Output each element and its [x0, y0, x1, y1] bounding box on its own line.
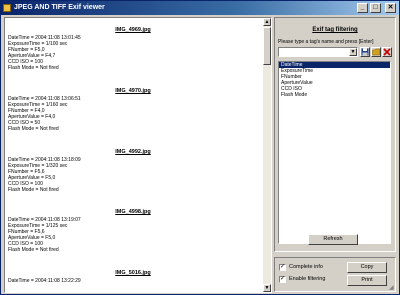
- app-icon: [3, 4, 11, 12]
- maximize-button[interactable]: □: [370, 3, 381, 13]
- refresh-button[interactable]: Refresh: [308, 234, 358, 245]
- image-block: IMG_4970.jpg DateTime = 2004:11:08 13:06…: [8, 87, 258, 132]
- filter-hint: Please type a tag's name and press [Ente…: [278, 39, 374, 45]
- scroll-thumb[interactable]: [263, 27, 271, 65]
- delete-button[interactable]: [382, 47, 392, 57]
- save-icon: [361, 48, 369, 56]
- enable-filtering-label: Enable filtering: [289, 276, 326, 282]
- open-button[interactable]: [371, 47, 381, 57]
- image-name: IMG_4969.jpg: [115, 27, 151, 33]
- title-bar[interactable]: JPEG AND TIFF Exif viewer _ □ ✕: [1, 1, 399, 15]
- output-scrollbar[interactable]: ▲ ▼: [263, 18, 271, 292]
- filter-panel: Exif tag filtering Please type a tag's n…: [273, 17, 397, 293]
- property-line: Flash Mode = Not fired: [8, 65, 59, 71]
- complete-info-checkbox[interactable]: ✓: [279, 264, 286, 271]
- chevron-down-icon[interactable]: ▼: [349, 48, 357, 56]
- image-name: IMG_4992.jpg: [115, 149, 151, 155]
- image-block: IMG_4969.jpg DateTime = 2004:11:08 13:01…: [8, 26, 258, 71]
- save-button[interactable]: [360, 47, 370, 57]
- property-line: Flash Mode = Not fired: [8, 247, 59, 253]
- image-block: IMG_4992.jpg DateTime = 2004:11:08 13:18…: [8, 148, 258, 193]
- folder-icon: [372, 48, 380, 56]
- tag-list-item[interactable]: Flash Mode: [279, 92, 390, 98]
- print-button[interactable]: Print: [347, 275, 387, 286]
- close-button[interactable]: ✕: [385, 3, 396, 13]
- property-line: DateTime = 2004:11:08 13:22:29: [8, 278, 81, 284]
- resize-grip-icon[interactable]: ◢: [389, 284, 397, 292]
- property-line: Flash Mode = Not fired: [8, 126, 59, 132]
- enable-filtering-checkbox[interactable]: ✓: [279, 276, 286, 283]
- tag-list[interactable]: DateTime ExposureTime FNumber ApertureVa…: [278, 61, 391, 244]
- image-name: IMG_4998.jpg: [115, 209, 151, 215]
- minimize-button[interactable]: _: [357, 3, 368, 13]
- scroll-up-arrow-icon[interactable]: ▲: [263, 18, 271, 26]
- app-window: JPEG AND TIFF Exif viewer _ □ ✕ IMG_4969…: [0, 0, 400, 295]
- scroll-down-arrow-icon[interactable]: ▼: [263, 284, 271, 292]
- image-block: IMG_5016.jpg DateTime = 2004:11:08 13:22…: [8, 269, 258, 284]
- exif-output-pane[interactable]: IMG_4969.jpg DateTime = 2004:11:08 13:01…: [4, 17, 272, 293]
- options-group: ✓ Complete info ✓ Enable filtering Copy …: [274, 257, 396, 292]
- filter-title: Exif tag filtering: [312, 27, 358, 33]
- image-name: IMG_5016.jpg: [115, 270, 151, 276]
- tag-name-combo[interactable]: ▼: [278, 47, 358, 57]
- image-name: IMG_4970.jpg: [115, 88, 151, 94]
- copy-button[interactable]: Copy: [347, 262, 387, 273]
- delete-x-icon: [383, 48, 391, 56]
- complete-info-label: Complete info: [289, 264, 323, 270]
- tag-filter-group: Exif tag filtering Please type a tag's n…: [274, 17, 396, 252]
- property-line: Flash Mode = Not fired: [8, 187, 59, 193]
- window-title: JPEG AND TIFF Exif viewer: [14, 4, 105, 11]
- image-block: IMG_4998.jpg DateTime = 2004:11:08 13:19…: [8, 208, 258, 253]
